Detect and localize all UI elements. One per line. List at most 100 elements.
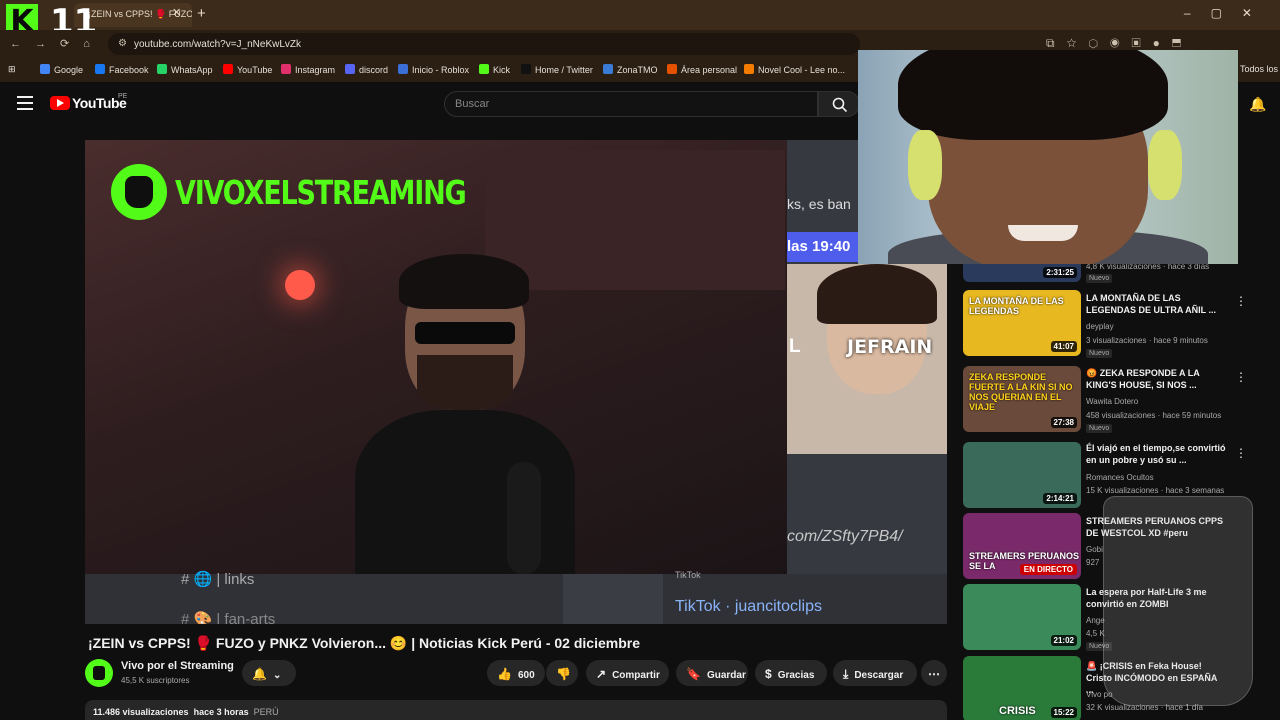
video-thumbnail[interactable]: 21:02 <box>963 584 1081 650</box>
extension-icons[interactable]: ⧉☆⬡◉▣●⬒ <box>1046 36 1193 51</box>
bookmark-icon: 🔖 <box>686 667 701 681</box>
thanks-button[interactable]: $ Gracias <box>755 660 827 686</box>
bookmark-kick[interactable]: Kick <box>479 64 510 75</box>
moodle-icon <box>667 64 677 74</box>
apps-icon[interactable]: ⊞ <box>8 64 16 75</box>
video-channel[interactable]: Gobi <box>1086 545 1103 554</box>
share-button[interactable]: ↗ Compartir <box>586 660 669 686</box>
video-thumbnail[interactable]: ZEKA RESPONDE FUERTE A LA KIN SI NO NOS … <box>963 366 1081 432</box>
download-icon: ⤓ <box>843 667 849 681</box>
more-vertical-icon[interactable]: ⋮ <box>1235 294 1247 308</box>
new-tab-icon[interactable]: + <box>197 5 206 22</box>
search-button[interactable] <box>818 91 860 117</box>
new-badge: Nuevo <box>1086 424 1113 433</box>
thumbnail-text: ZEKA RESPONDE FUERTE A LA KIN SI NO NOS … <box>969 372 1073 412</box>
bookmark-novelcool[interactable]: Novel Cool - Lee no... <box>744 64 845 75</box>
nav-buttons[interactable]: ←→⟳⌂ <box>10 37 104 50</box>
video-channel[interactable]: deyplay <box>1086 322 1114 331</box>
bookmark-all[interactable]: Todos los <box>1240 64 1278 74</box>
video-inset-label: JEFRAIN <box>847 336 933 358</box>
thumbnail-text: CRISIS <box>999 705 1036 717</box>
notifications-bell-icon[interactable]: 🔔 <box>1249 96 1266 113</box>
video-thumbnail[interactable]: STREAMERS PERUANOS SE LA EN DIRECTO <box>963 513 1081 579</box>
video-channel[interactable]: Ange <box>1086 616 1105 625</box>
search-placeholder: Buscar <box>455 98 490 110</box>
video-inset-streamer: L JEFRAIN <box>787 264 947 454</box>
video-duration: 41:07 <box>1050 341 1077 352</box>
zonatmo-icon <box>603 64 613 74</box>
bookmark-google[interactable]: Google <box>40 64 83 75</box>
glass-cup-overlay <box>1103 496 1253 706</box>
description-box[interactable]: 11.486 visualizaciones hace 3 horas PERÚ <box>85 700 947 720</box>
channel-subscribers: 45,5 K suscriptores <box>121 676 190 685</box>
x-icon <box>521 64 531 74</box>
search-input[interactable]: Buscar <box>444 91 818 117</box>
more-actions-button[interactable]: ⋯ <box>921 660 947 686</box>
video-thumbnail[interactable]: 2:14:21 <box>963 442 1081 508</box>
like-button[interactable]: 👍 600 <box>487 660 545 686</box>
channel-name[interactable]: Vivo por el Streaming <box>121 660 234 672</box>
bookmark-area-personal[interactable]: Área personal <box>667 64 737 75</box>
video-streamer <box>355 254 575 580</box>
more-vertical-icon[interactable]: ⋮ <box>1235 370 1247 384</box>
tab-close-icon[interactable]: ✕ <box>172 6 181 19</box>
more-vertical-icon[interactable]: ⋮ <box>1235 446 1247 460</box>
instagram-icon <box>281 64 291 74</box>
video-background-light <box>285 270 315 300</box>
webcam-overlay <box>858 50 1238 264</box>
bookmark-roblox[interactable]: Inicio - Roblox <box>398 64 469 75</box>
video-duration: 21:02 <box>1050 635 1077 646</box>
window-controls[interactable]: –▢✕ <box>1184 6 1272 20</box>
channel-avatar[interactable] <box>85 659 113 687</box>
discord-icon <box>345 64 355 74</box>
kick-icon <box>479 64 489 74</box>
thumbnail-text: LA MONTAÑA DE LAS LEGENDAS <box>969 296 1064 316</box>
recommended-video[interactable]: ZEKA RESPONDE FUERTE A LA KIN SI NO NOS … <box>963 366 1253 434</box>
video-channel[interactable]: Wawita Dotero <box>1086 397 1138 406</box>
video-thumbnail[interactable]: LA MONTAÑA DE LAS LEGENDAS 41:07 <box>963 290 1081 356</box>
bookmark-zonatmo[interactable]: ZonaTMO <box>603 64 658 75</box>
bookmark-youtube[interactable]: YouTube <box>223 64 272 75</box>
bookmark-facebook[interactable]: Facebook <box>95 64 149 75</box>
video-tiktok-link: TikTok · juancitoclips <box>675 598 823 615</box>
roblox-icon <box>398 64 408 74</box>
video-thumbnail[interactable]: CRISIS 15:22 <box>963 656 1081 720</box>
bookmark-whatsapp[interactable]: WhatsApp <box>157 64 213 75</box>
location-tag[interactable]: PERÚ <box>254 707 279 717</box>
youtube-logo-icon[interactable] <box>50 96 70 110</box>
site-info-icon[interactable]: ⚙ <box>118 38 127 49</box>
video-bottom-divider <box>563 574 663 624</box>
video-title[interactable]: Él viajó en el tiempo,se convirtió en un… <box>1086 442 1226 466</box>
video-frame-main: VIVOXELSTREAMING <box>85 140 787 580</box>
video-meta: 927 <box>1086 558 1100 567</box>
country-code: PE <box>118 93 128 100</box>
video-duration: 2:31:25 <box>1043 267 1077 278</box>
facebook-icon <box>95 64 105 74</box>
video-player[interactable]: VIVOXELSTREAMING ks, es ban las 19:40 L … <box>85 140 947 624</box>
bookmark-instagram[interactable]: Instagram <box>281 64 335 75</box>
live-badge: EN DIRECTO <box>1019 564 1077 575</box>
bookmark-twitter[interactable]: Home / Twitter <box>521 64 593 75</box>
video-meta: 4,5 K <box>1086 629 1105 638</box>
download-button[interactable]: ⤓ Descargar <box>833 660 917 686</box>
bookmark-discord[interactable]: discord <box>345 64 388 75</box>
menu-icon[interactable] <box>17 96 33 110</box>
url-field[interactable]: ⚙ youtube.com/watch?v=J_nNeKwLvZk <box>108 33 860 55</box>
video-side-link: com/ZSfty7PB4/ <box>787 528 903 545</box>
screen: ¡ZEIN vs CPPS! 🥊 FUZO y PNKZ ✕ + –▢✕ K 1… <box>0 0 1280 720</box>
video-title[interactable]: LA MONTAÑA DE LAS LEGENDAS DE ULTRA AÑIL… <box>1086 292 1226 316</box>
video-title[interactable]: 😡 ZEKA RESPONDE A LA KING'S HOUSE, SI NO… <box>1086 367 1226 391</box>
video-inset-label-left: L <box>789 336 801 357</box>
recommended-video[interactable]: LA MONTAÑA DE LAS LEGENDAS 41:07 LA MONT… <box>963 290 1253 358</box>
chevron-down-icon: ⌄ <box>272 670 282 681</box>
dislike-button[interactable]: 👎 <box>546 660 578 686</box>
search-icon <box>832 97 848 113</box>
video-channel[interactable]: Romances Ocultos <box>1086 473 1154 482</box>
bell-icon: 🔔 <box>252 667 267 681</box>
video-duration: 15:22 <box>1050 707 1077 718</box>
new-badge: Nuevo <box>1086 349 1113 358</box>
google-icon <box>40 64 50 74</box>
subscription-bell-button[interactable]: 🔔 ⌄ <box>242 660 296 686</box>
save-button[interactable]: 🔖 Guardar <box>676 660 748 686</box>
video-side-text: ks, es ban <box>787 196 851 212</box>
